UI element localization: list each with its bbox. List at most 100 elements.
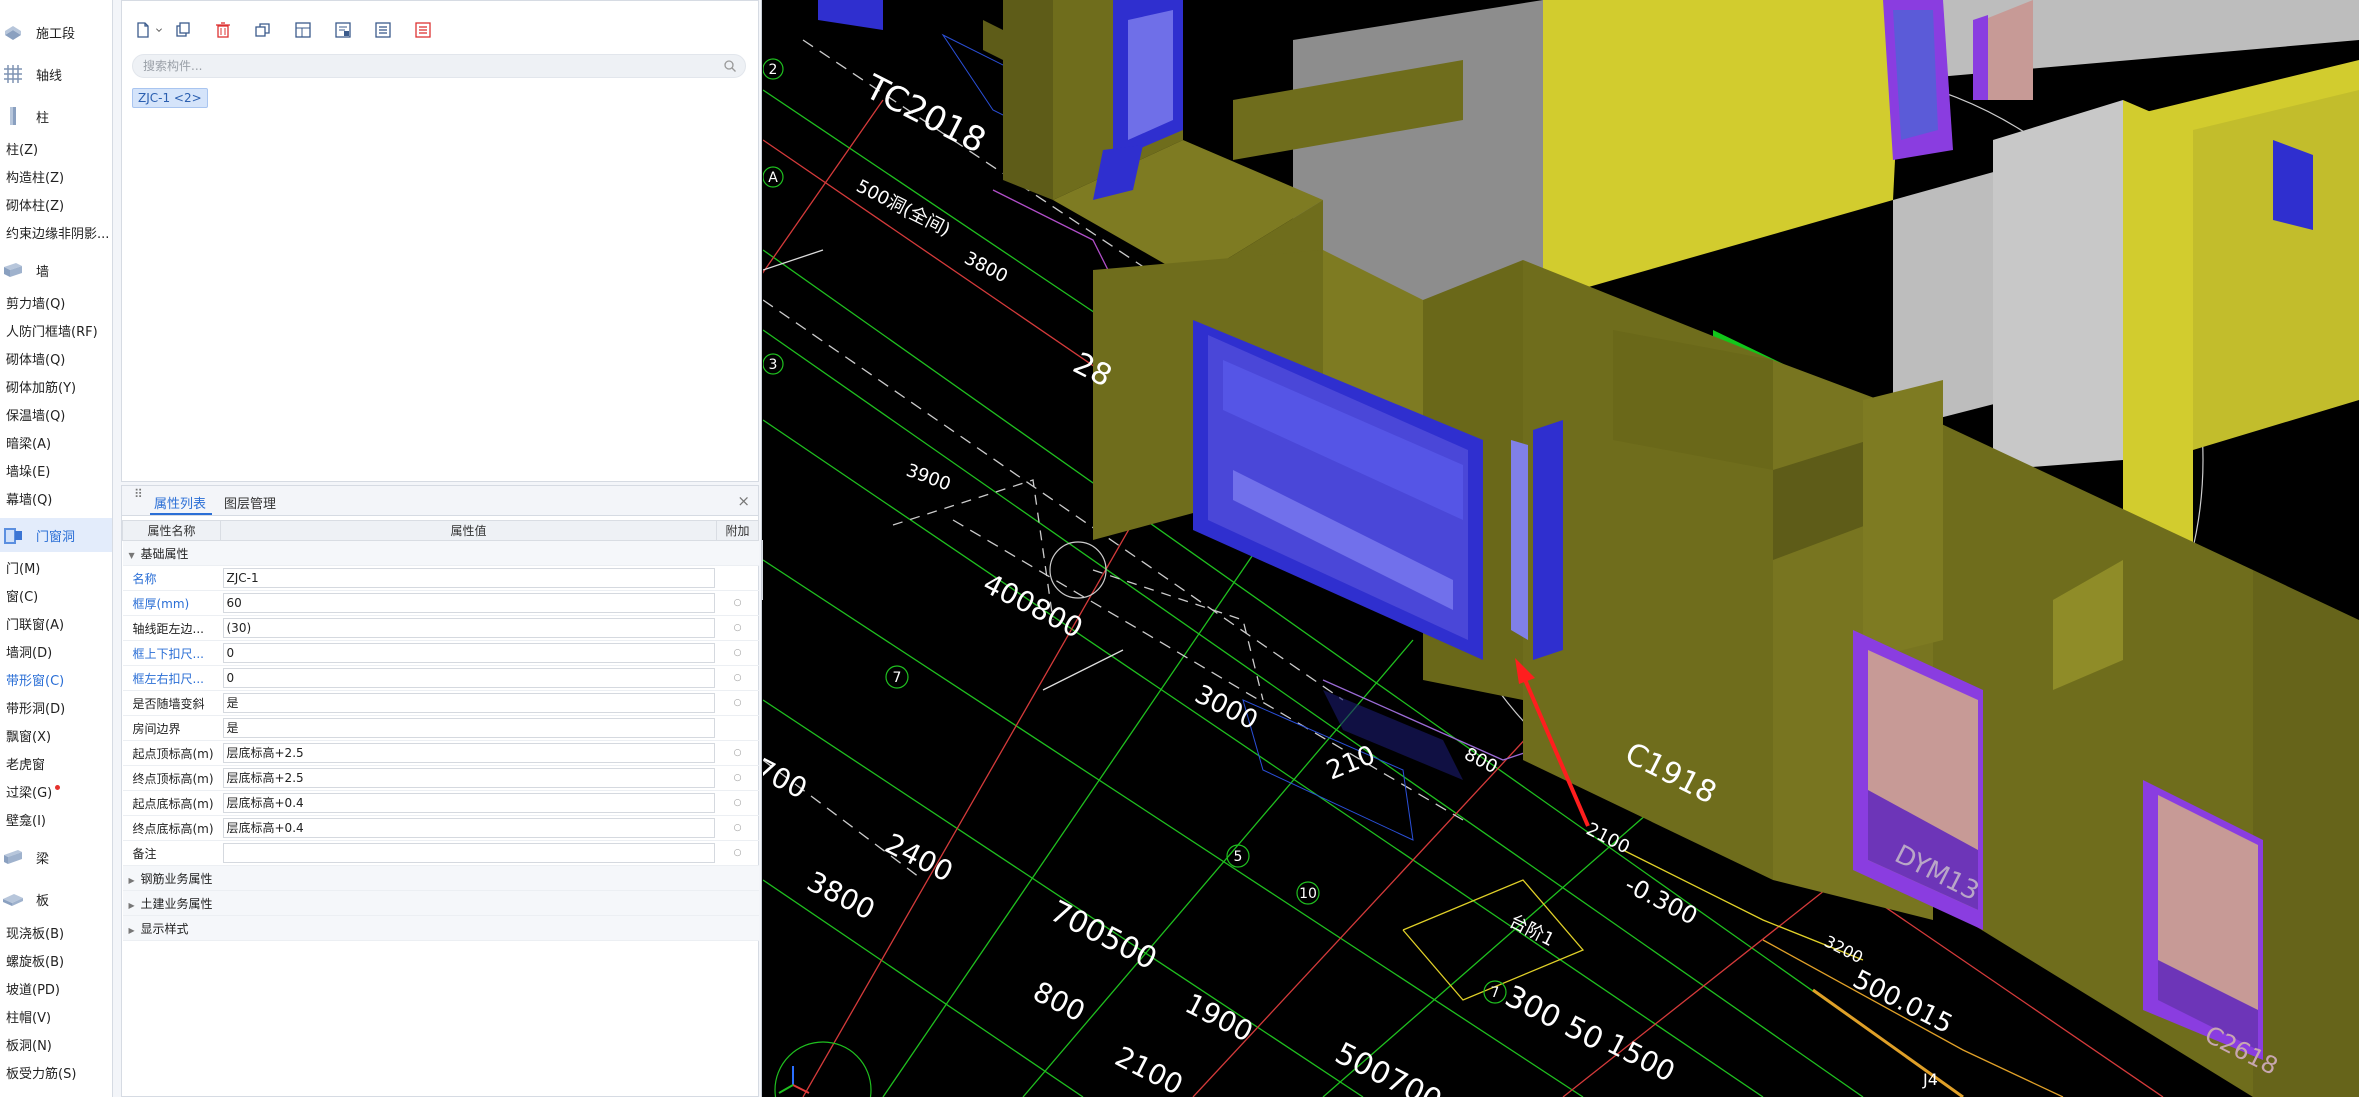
nav-category-beam[interactable]: 梁	[0, 840, 112, 874]
nav-item-dormer-window[interactable]: 老虎窗	[6, 755, 45, 777]
nav-category-column[interactable]: 柱	[0, 99, 112, 133]
list-view-button[interactable]	[370, 17, 396, 43]
close-icon[interactable]: ×	[737, 492, 750, 510]
property-row[interactable]: 起点底标高(m) 层底标高+0.4 ○	[122, 790, 759, 816]
property-row[interactable]: 框上下扣尺... 0 ○	[122, 640, 759, 666]
property-value-field[interactable]: 是	[222, 718, 715, 738]
property-row[interactable]: 终点顶标高(m) 层底标高+2.5 ○	[122, 765, 759, 791]
component-search-box	[132, 54, 746, 78]
nav-item-strip-opening[interactable]: 带形洞(D)	[6, 699, 65, 721]
nav-item-masonry-rebar[interactable]: 砌体加筋(Y)	[6, 378, 76, 400]
axis-gizmo-icon[interactable]	[778, 1066, 810, 1094]
property-row[interactable]: 轴线距左边... (30) ○	[122, 615, 759, 641]
nav-item-ramp[interactable]: 坡道(PD)	[6, 980, 60, 1002]
property-extra-checkbox[interactable]: ○	[716, 665, 759, 691]
property-group-collapsed[interactable]: ▶ 显示样式	[122, 915, 759, 941]
property-row[interactable]: 终点底标高(m) 层底标高+0.4 ○	[122, 815, 759, 841]
property-row[interactable]: 起点顶标高(m) 层底标高+2.5 ○	[122, 740, 759, 766]
property-row[interactable]: 是否随墙变斜是 ○	[122, 690, 759, 716]
property-extra-checkbox[interactable]: ○	[716, 615, 759, 641]
property-extra-checkbox[interactable]: ○	[716, 640, 759, 666]
layer-copy-button[interactable]	[250, 17, 276, 43]
nav-item-hidden-beam[interactable]: 暗梁(A)	[6, 434, 51, 456]
nav-item-masonry-wall[interactable]: 砌体墙(Q)	[6, 350, 65, 372]
property-name: 起点底标高(m)	[122, 790, 221, 816]
nav-category-door-window[interactable]: 门窗洞	[0, 518, 112, 552]
nav-category-construction-segment[interactable]: 施工段	[0, 15, 112, 49]
nav-item-window[interactable]: 窗(C)	[6, 587, 38, 609]
property-value-field[interactable]: 层底标高+2.5	[222, 743, 715, 763]
nav-category-wall[interactable]: 墙	[0, 253, 112, 287]
sort-button[interactable]	[330, 17, 356, 43]
model-canvas[interactable]: 2 A 3 7 5 10 7 3900 400800 3000 210 800 …	[763, 0, 2359, 1097]
tab-layer-management[interactable]: 图层管理	[224, 493, 276, 512]
property-value-field[interactable]: ZJC-1	[222, 568, 715, 588]
nav-item-strip-window[interactable]: 带形窗(C)	[6, 671, 64, 693]
property-extra-checkbox[interactable]: ○	[716, 840, 759, 866]
new-component-dropdown[interactable]	[152, 17, 166, 43]
property-view-button[interactable]	[410, 17, 436, 43]
nav-category-label: 墙	[36, 264, 50, 280]
nav-item-civil-defense-wall[interactable]: 人防门框墙(RF)	[6, 322, 98, 344]
property-value-field[interactable]: 层底标高+0.4	[222, 818, 715, 838]
nav-item-door[interactable]: 门(M)	[6, 559, 40, 581]
property-row[interactable]: 名称 ZJC-1	[122, 565, 759, 591]
nav-item-wall-pier[interactable]: 墙垛(E)	[6, 462, 50, 484]
property-value-field[interactable]: 0	[222, 643, 715, 663]
nav-item-wall-opening[interactable]: 墙洞(D)	[6, 643, 52, 665]
nav-item-column-cap[interactable]: 柱帽(V)	[6, 1008, 51, 1030]
dimension-text: 2100	[1110, 1040, 1188, 1097]
component-item-selected[interactable]: ZJC-1 <2>	[132, 88, 208, 108]
component-search-input[interactable]	[133, 55, 693, 77]
property-extra-checkbox[interactable]: ○	[716, 690, 759, 716]
nav-item-shear-wall[interactable]: 剪力墙(Q)	[6, 294, 65, 316]
dimension-text: 800	[1028, 975, 1091, 1029]
property-row[interactable]: 框厚(mm) 60 ○	[122, 590, 759, 616]
nav-item-lintel[interactable]: 过梁(G)	[6, 783, 61, 805]
property-extra-checkbox[interactable]: ○	[716, 790, 759, 816]
property-extra-checkbox[interactable]: ○	[716, 815, 759, 841]
property-value-field[interactable]: 是	[222, 693, 715, 713]
nav-category-slab[interactable]: 板	[0, 882, 112, 916]
nav-item-spiral-slab[interactable]: 螺旋板(B)	[6, 952, 64, 974]
property-row[interactable]: 框左右扣尺... 0 ○	[122, 665, 759, 691]
nav-item-insulation-wall[interactable]: 保温墙(Q)	[6, 406, 65, 428]
property-group-label: 钢筋业务属性	[140, 871, 213, 886]
property-value-field[interactable]: 层底标高+0.4	[222, 793, 715, 813]
copy-component-button[interactable]	[170, 17, 196, 43]
nav-item-curtain-wall[interactable]: 幕墙(Q)	[6, 490, 52, 512]
property-row[interactable]: 备注 ○	[122, 840, 759, 866]
property-group-collapsed[interactable]: ▶ 钢筋业务属性	[122, 865, 759, 891]
filter-button[interactable]	[290, 17, 316, 43]
property-extra-checkbox[interactable]: ○	[716, 740, 759, 766]
property-extra-checkbox	[716, 715, 759, 741]
panel-drag-handle[interactable]: ⠿	[134, 488, 143, 500]
property-value-field[interactable]	[222, 843, 715, 863]
nav-item-boundary-member[interactable]: 约束边缘非阴影...	[6, 224, 109, 246]
tab-property-list[interactable]: 属性列表	[154, 493, 206, 512]
property-group-collapsed[interactable]: ▶ 土建业务属性	[122, 890, 759, 916]
nav-item-cast-slab[interactable]: 现浇板(B)	[6, 924, 64, 946]
nav-category-grid-axis[interactable]: 轴线	[0, 57, 112, 91]
3d-model-viewport[interactable]: 2 A 3 7 5 10 7 3900 400800 3000 210 800 …	[763, 0, 2359, 1097]
property-value-cell	[220, 840, 717, 866]
nav-item-slab-rebar[interactable]: 板受力筋(S)	[6, 1064, 76, 1086]
axis-label: A	[768, 170, 778, 186]
nav-item-column[interactable]: 柱(Z)	[6, 140, 38, 162]
property-row[interactable]: 房间边界是	[122, 715, 759, 741]
nav-item-niche[interactable]: 壁龛(I)	[6, 811, 46, 833]
nav-item-constructional-column[interactable]: 构造柱(Z)	[6, 168, 64, 190]
property-value-field[interactable]: (30)	[222, 618, 715, 638]
nav-item-door-window-combo[interactable]: 门联窗(A)	[6, 615, 64, 637]
property-value-field[interactable]: 0	[222, 668, 715, 688]
nav-item-slab-opening[interactable]: 板洞(N)	[6, 1036, 52, 1058]
property-extra-checkbox[interactable]: ○	[716, 590, 759, 616]
property-value-field[interactable]: 60	[222, 593, 715, 613]
property-value-field[interactable]: 层底标高+2.5	[222, 768, 715, 788]
nav-item-masonry-column[interactable]: 砌体柱(Z)	[6, 196, 64, 218]
search-icon[interactable]	[723, 59, 737, 73]
delete-component-button[interactable]	[210, 17, 236, 43]
property-extra-checkbox[interactable]: ○	[716, 765, 759, 791]
nav-item-bay-window[interactable]: 飘窗(X)	[6, 727, 51, 749]
property-group-basic[interactable]: ▼ 基础属性	[122, 540, 759, 566]
